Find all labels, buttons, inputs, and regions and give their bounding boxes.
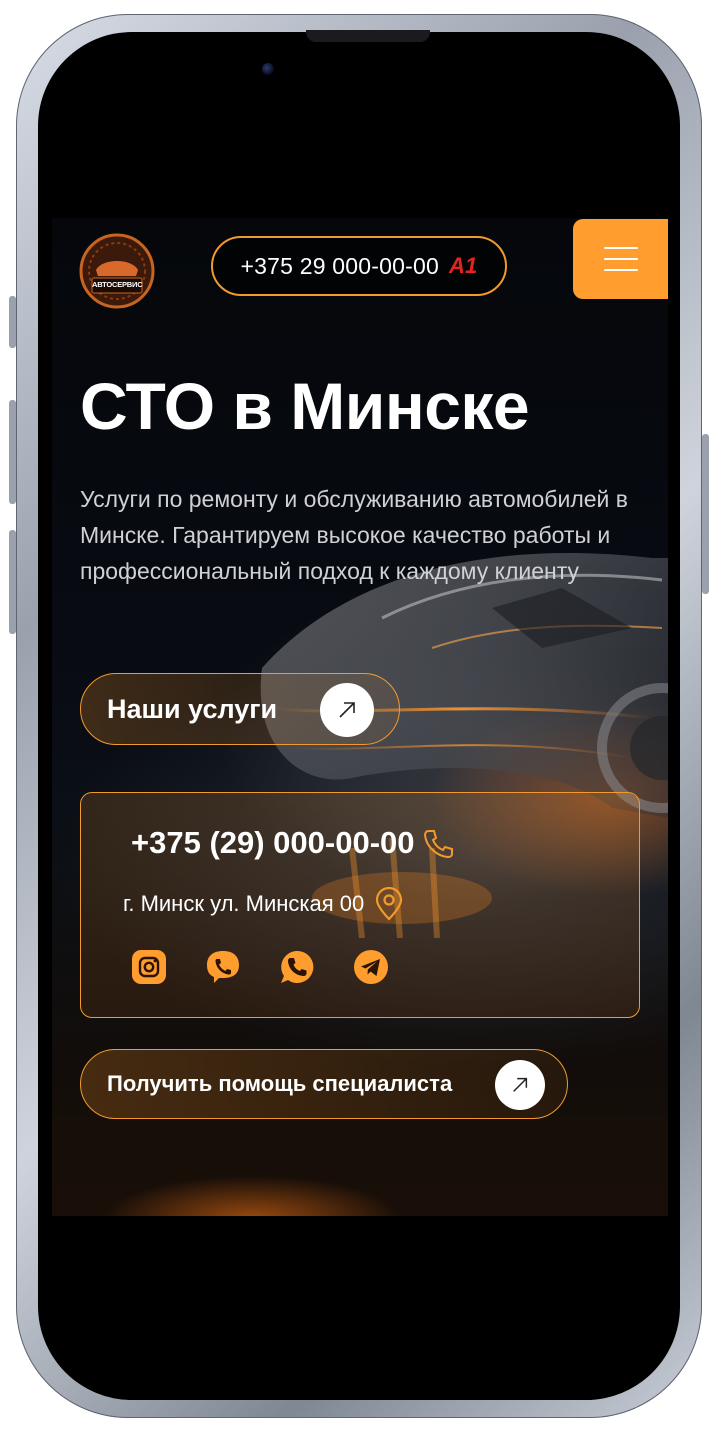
hamburger-icon-line: [603, 247, 638, 249]
side-button-volume-up: [9, 400, 16, 504]
operator-a1-icon: A1: [448, 253, 478, 278]
arrow-up-right-icon: [495, 1060, 545, 1110]
hamburger-icon-line: [603, 258, 638, 260]
logo-text: АВТОСЕРВИС: [92, 280, 143, 289]
logo[interactable]: АВТОСЕРВИС: [78, 232, 156, 310]
instagram-icon[interactable]: [131, 949, 167, 985]
screen: АВТОСЕРВИС +375 29 000-00-00 A1 СТО в Ми…: [52, 218, 668, 1216]
side-button-mute: [9, 296, 16, 348]
arrow-up-right-icon: [320, 683, 374, 737]
phone-notch: [306, 30, 430, 42]
address-text: г. Минск ул. Минская 00: [123, 891, 365, 916]
hamburger-icon-line: [603, 269, 638, 271]
menu-button[interactable]: [573, 219, 668, 299]
get-help-label: Получить помощь специалиста: [107, 1071, 453, 1096]
our-services-button[interactable]: Наши услуги: [80, 673, 400, 745]
side-button-volume-down: [9, 530, 16, 634]
contact-phone-link[interactable]: +375 (29) 000-00-00: [131, 825, 455, 861]
telegram-icon[interactable]: [353, 949, 389, 985]
social-links: [131, 949, 389, 985]
side-button-power: [702, 434, 709, 594]
page-title: СТО в Минске: [80, 369, 530, 443]
logo-emblem-icon: [79, 233, 155, 309]
header-phone-number: +375 29 000-00-00: [240, 252, 439, 279]
get-help-button[interactable]: Получить помощь специалиста: [80, 1049, 568, 1119]
phone-icon: [423, 830, 453, 859]
location-pin-icon: [376, 887, 403, 921]
front-camera: [262, 63, 274, 75]
hero-subtitle: Услуги по ремонту и обслуживанию автомоб…: [80, 486, 628, 584]
our-services-label: Наши услуги: [107, 693, 278, 724]
whatsapp-icon[interactable]: [279, 949, 315, 985]
contact-card: +375 (29) 000-00-00 г. Минск ул. Минская…: [80, 792, 640, 1018]
contact-address: г. Минск ул. Минская 00: [123, 887, 404, 921]
viber-icon[interactable]: [205, 949, 241, 985]
contact-phone-number: +375 (29) 000-00-00: [131, 825, 415, 860]
header-phone-button[interactable]: +375 29 000-00-00 A1: [211, 236, 507, 296]
